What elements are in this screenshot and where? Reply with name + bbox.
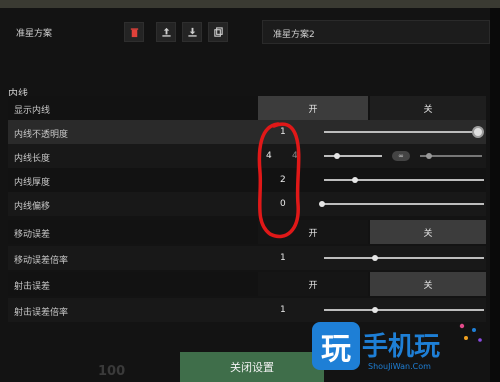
trash-icon (130, 27, 138, 37)
inner-length-slider-track-a[interactable] (324, 155, 382, 157)
background-number: 100 (98, 364, 126, 379)
link-lengths-toggle[interactable]: ∞ (392, 151, 410, 161)
inner-thickness-row: 内线厚度 2 (8, 168, 486, 192)
download-icon (187, 27, 197, 37)
inner-opacity-slider-track[interactable] (324, 131, 478, 133)
move-error-multiplier-slider-handle[interactable] (372, 255, 378, 261)
move-error-multiplier-row: 移动误差倍率 1 (8, 246, 486, 270)
upload-icon (161, 27, 171, 37)
inner-length-row: 内线长度 4 4 ∞ (8, 144, 486, 168)
row-label: 移动误差 (14, 230, 51, 240)
fire-error-on-toggle[interactable]: 开 (258, 272, 368, 296)
show-inner-off-toggle[interactable]: 关 (370, 96, 486, 120)
inner-opacity-row: 内线不透明度 1 (8, 120, 486, 144)
inner-offset-slider-handle[interactable] (319, 201, 325, 207)
inner-thickness-slider-track[interactable] (324, 179, 484, 181)
copy-preset-button[interactable] (208, 22, 228, 42)
close-settings-button[interactable]: 关闭设置 (180, 352, 324, 382)
watermark-dots-icon (459, 323, 482, 342)
show-inner-lines-row: 显示内线 开 关 (8, 96, 486, 120)
delete-preset-button[interactable] (124, 22, 144, 42)
fire-error-off-toggle[interactable]: 关 (370, 272, 486, 296)
inner-opacity-slider-handle[interactable] (472, 126, 484, 138)
row-label: 射击误差倍率 (14, 308, 69, 318)
move-error-multiplier-value[interactable]: 1 (280, 253, 286, 263)
fire-error-multiplier-slider-track[interactable] (324, 309, 484, 311)
move-error-row: 移动误差 开 关 (8, 220, 486, 244)
preset-label: 准星方案 (16, 29, 53, 39)
move-error-multiplier-slider-track[interactable] (324, 257, 484, 259)
preset-select[interactable]: 准星方案2 (262, 20, 490, 44)
preset-select-value: 准星方案2 (273, 30, 315, 40)
watermark-text: 手机玩 (362, 332, 441, 362)
download-preset-button[interactable] (182, 22, 202, 42)
fire-error-multiplier-slider-handle[interactable] (372, 307, 378, 313)
row-label: 内线不透明度 (14, 130, 69, 140)
upload-preset-button[interactable] (156, 22, 176, 42)
row-label: 射击误差 (14, 282, 51, 292)
fire-error-multiplier-value[interactable]: 1 (280, 305, 286, 315)
show-inner-on-toggle[interactable]: 开 (258, 96, 368, 120)
top-strip (0, 0, 500, 8)
row-label: 内线厚度 (14, 178, 51, 188)
inner-length-slider-handle-b[interactable] (426, 153, 432, 159)
fire-error-row: 射击误差 开 关 (8, 272, 486, 296)
inner-offset-slider-track[interactable] (322, 203, 484, 205)
inner-thickness-slider-handle[interactable] (352, 177, 358, 183)
fire-error-multiplier-row: 射击误差倍率 1 (8, 298, 486, 322)
row-label: 显示内线 (14, 106, 51, 116)
watermark-logo-tile: 玩 (312, 322, 360, 370)
row-label: 移动误差倍率 (14, 256, 69, 266)
row-label: 内线长度 (14, 154, 51, 164)
inner-offset-row: 内线偏移 0 (8, 192, 486, 216)
preset-header: 准星方案 准星方案2 (4, 18, 490, 46)
red-annotation-circle (257, 122, 301, 239)
move-error-off-toggle[interactable]: 关 (370, 220, 486, 244)
inner-length-slider-handle-a[interactable] (334, 153, 340, 159)
watermark-url: ShouJiWan.Com (368, 362, 431, 371)
row-label: 内线偏移 (14, 202, 51, 212)
copy-icon (213, 26, 223, 37)
